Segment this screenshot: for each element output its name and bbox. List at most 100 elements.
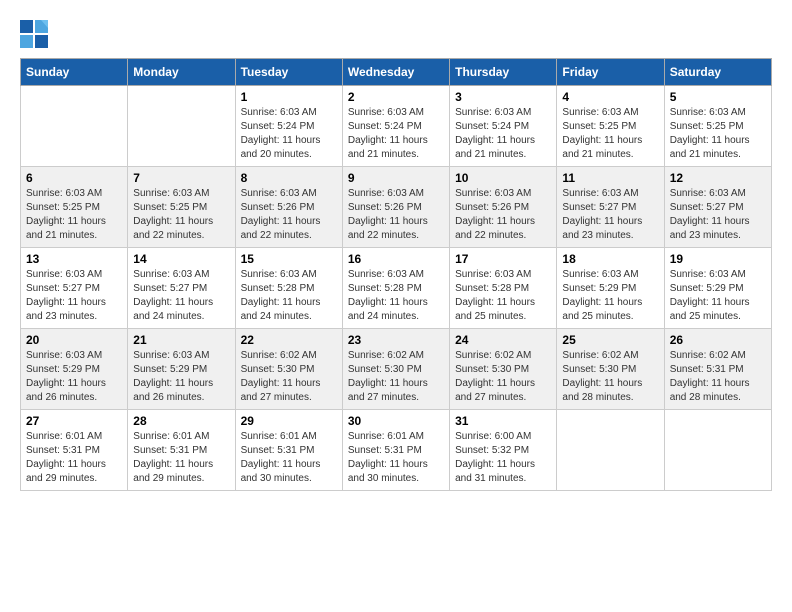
day-number: 29 [241,414,337,428]
calendar-cell [557,410,664,491]
calendar-cell: 7 Sunrise: 6:03 AMSunset: 5:25 PMDaylight… [128,167,235,248]
day-info: Sunrise: 6:03 AMSunset: 5:28 PMDaylight:… [241,268,337,324]
day-info: Sunrise: 6:03 AMSunset: 5:24 PMDaylight:… [455,106,551,162]
calendar-cell: 22 Sunrise: 6:02 AMSunset: 5:30 PMDayligh… [235,329,342,410]
day-number: 20 [26,333,122,347]
day-number: 1 [241,90,337,104]
day-of-week-header: Friday [557,59,664,86]
day-info: Sunrise: 6:01 AMSunset: 5:31 PMDaylight:… [26,430,122,486]
day-info: Sunrise: 6:03 AMSunset: 5:25 PMDaylight:… [133,187,229,243]
calendar-cell [664,410,771,491]
day-number: 11 [562,171,658,185]
day-info: Sunrise: 6:03 AMSunset: 5:28 PMDaylight:… [348,268,444,324]
calendar-cell [21,86,128,167]
calendar-week-row: 27 Sunrise: 6:01 AMSunset: 5:31 PMDayligh… [21,410,772,491]
day-number: 31 [455,414,551,428]
calendar-cell: 4Sunrise: 6:03 AMSunset: 5:25 PMDaylight… [557,86,664,167]
day-info: Sunrise: 6:03 AMSunset: 5:27 PMDaylight:… [562,187,658,243]
day-number: 12 [670,171,766,185]
day-of-week-header: Sunday [21,59,128,86]
day-info: Sunrise: 6:03 AMSunset: 5:25 PMDaylight:… [26,187,122,243]
calendar-cell: 3 Sunrise: 6:03 AMSunset: 5:24 PMDaylight… [450,86,557,167]
day-info: Sunrise: 6:02 AMSunset: 5:30 PMDaylight:… [455,349,551,405]
calendar-cell: 14Sunrise: 6:03 AMSunset: 5:27 PMDayligh… [128,248,235,329]
calendar-cell: 19Sunrise: 6:03 AMSunset: 5:29 PMDayligh… [664,248,771,329]
day-number: 10 [455,171,551,185]
calendar-cell: 31 Sunrise: 6:00 AMSunset: 5:32 PMDayligh… [450,410,557,491]
day-info: Sunrise: 6:03 AMSunset: 5:27 PMDaylight:… [133,268,229,324]
day-of-week-header: Monday [128,59,235,86]
day-number: 15 [241,252,337,266]
calendar-header-row: SundayMondayTuesdayWednesdayThursdayFrid… [21,59,772,86]
day-number: 13 [26,252,122,266]
day-number: 8 [241,171,337,185]
day-of-week-header: Saturday [664,59,771,86]
day-info: Sunrise: 6:01 AMSunset: 5:31 PMDaylight:… [133,430,229,486]
day-info: Sunrise: 6:03 AMSunset: 5:27 PMDaylight:… [26,268,122,324]
day-number: 4 [562,90,658,104]
day-number: 23 [348,333,444,347]
calendar-cell: 10 Sunrise: 6:03 AMSunset: 5:26 PMDayligh… [450,167,557,248]
day-number: 17 [455,252,551,266]
calendar-cell: 29 Sunrise: 6:01 AMSunset: 5:31 PMDayligh… [235,410,342,491]
day-info: Sunrise: 6:01 AMSunset: 5:31 PMDaylight:… [241,430,337,486]
calendar-cell: 27 Sunrise: 6:01 AMSunset: 5:31 PMDayligh… [21,410,128,491]
day-info: Sunrise: 6:02 AMSunset: 5:31 PMDaylight:… [670,349,766,405]
logo [20,20,50,48]
day-of-week-header: Wednesday [342,59,449,86]
day-number: 6 [26,171,122,185]
calendar-cell: 30 Sunrise: 6:01 AMSunset: 5:31 PMDayligh… [342,410,449,491]
logo-icon [20,20,48,48]
day-number: 22 [241,333,337,347]
calendar-week-row: 6 Sunrise: 6:03 AMSunset: 5:25 PMDaylight… [21,167,772,248]
day-info: Sunrise: 6:02 AMSunset: 5:30 PMDaylight:… [241,349,337,405]
calendar-cell: 12 Sunrise: 6:03 AMSunset: 5:27 PMDayligh… [664,167,771,248]
calendar-table: SundayMondayTuesdayWednesdayThursdayFrid… [20,58,772,491]
day-info: Sunrise: 6:03 AMSunset: 5:26 PMDaylight:… [241,187,337,243]
day-number: 26 [670,333,766,347]
day-info: Sunrise: 6:01 AMSunset: 5:31 PMDaylight:… [348,430,444,486]
calendar-cell [128,86,235,167]
day-number: 3 [455,90,551,104]
day-info: Sunrise: 6:03 AMSunset: 5:26 PMDaylight:… [455,187,551,243]
day-info: Sunrise: 6:03 AMSunset: 5:26 PMDaylight:… [348,187,444,243]
calendar-cell: 17 Sunrise: 6:03 AMSunset: 5:28 PMDayligh… [450,248,557,329]
calendar-cell: 23 Sunrise: 6:02 AMSunset: 5:30 PMDayligh… [342,329,449,410]
calendar-cell: 21 Sunrise: 6:03 AMSunset: 5:29 PMDayligh… [128,329,235,410]
day-info: Sunrise: 6:02 AMSunset: 5:30 PMDaylight:… [348,349,444,405]
calendar-cell: 11 Sunrise: 6:03 AMSunset: 5:27 PMDayligh… [557,167,664,248]
calendar-cell: 13 Sunrise: 6:03 AMSunset: 5:27 PMDayligh… [21,248,128,329]
calendar-cell: 26 Sunrise: 6:02 AMSunset: 5:31 PMDayligh… [664,329,771,410]
day-info: Sunrise: 6:03 AMSunset: 5:28 PMDaylight:… [455,268,551,324]
page-header [20,20,772,48]
day-info: Sunrise: 6:03 AMSunset: 5:29 PMDaylight:… [133,349,229,405]
day-number: 5 [670,90,766,104]
day-number: 21 [133,333,229,347]
day-info: Sunrise: 6:03 AMSunset: 5:24 PMDaylight:… [348,106,444,162]
calendar-cell: 24 Sunrise: 6:02 AMSunset: 5:30 PMDayligh… [450,329,557,410]
calendar-cell: 8 Sunrise: 6:03 AMSunset: 5:26 PMDaylight… [235,167,342,248]
calendar-cell: 18Sunrise: 6:03 AMSunset: 5:29 PMDayligh… [557,248,664,329]
day-number: 19 [670,252,766,266]
day-number: 28 [133,414,229,428]
day-number: 16 [348,252,444,266]
calendar-cell: 16 Sunrise: 6:03 AMSunset: 5:28 PMDayligh… [342,248,449,329]
day-info: Sunrise: 6:03 AMSunset: 5:29 PMDaylight:… [26,349,122,405]
day-info: Sunrise: 6:03 AMSunset: 5:27 PMDaylight:… [670,187,766,243]
day-number: 18 [562,252,658,266]
day-number: 25 [562,333,658,347]
calendar-cell: 15 Sunrise: 6:03 AMSunset: 5:28 PMDayligh… [235,248,342,329]
day-number: 27 [26,414,122,428]
calendar-cell: 25Sunrise: 6:02 AMSunset: 5:30 PMDayligh… [557,329,664,410]
day-info: Sunrise: 6:03 AMSunset: 5:24 PMDaylight:… [241,106,337,162]
calendar-cell: 20 Sunrise: 6:03 AMSunset: 5:29 PMDayligh… [21,329,128,410]
day-number: 30 [348,414,444,428]
day-info: Sunrise: 6:00 AMSunset: 5:32 PMDaylight:… [455,430,551,486]
day-number: 24 [455,333,551,347]
calendar-cell: 1 Sunrise: 6:03 AMSunset: 5:24 PMDaylight… [235,86,342,167]
calendar-cell: 9 Sunrise: 6:03 AMSunset: 5:26 PMDaylight… [342,167,449,248]
calendar-cell: 28 Sunrise: 6:01 AMSunset: 5:31 PMDayligh… [128,410,235,491]
day-number: 9 [348,171,444,185]
calendar-week-row: 20 Sunrise: 6:03 AMSunset: 5:29 PMDayligh… [21,329,772,410]
day-number: 7 [133,171,229,185]
